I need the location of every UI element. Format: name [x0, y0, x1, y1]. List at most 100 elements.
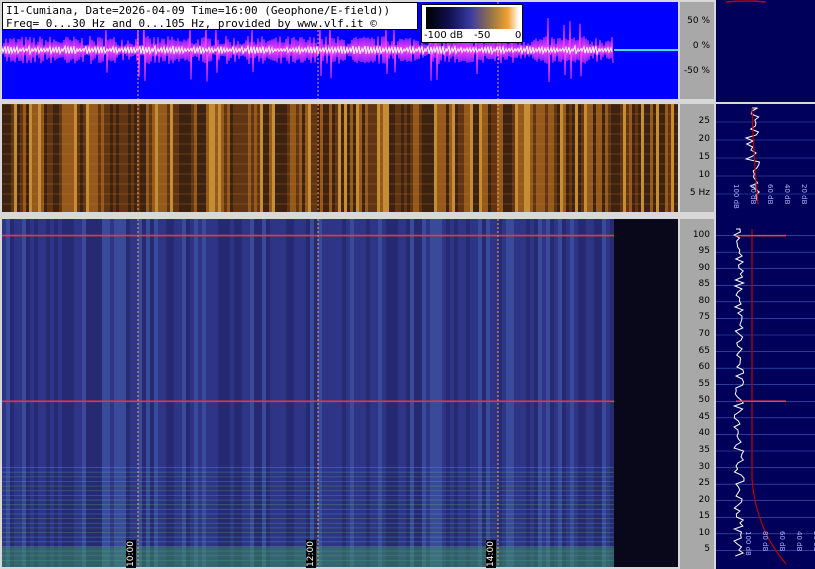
time-tick-1200: 12:00 [306, 540, 316, 568]
spec-low-column [350, 104, 353, 212]
spec-low-column [455, 104, 458, 212]
spec-low-column [104, 104, 107, 212]
spec-low-column [71, 104, 74, 212]
spec-high-column [206, 219, 210, 567]
spec-high-column [294, 219, 298, 567]
spec-low-column [365, 104, 368, 212]
spec-high-column [150, 219, 154, 567]
spec-low-column [389, 104, 392, 212]
spec-low-column [125, 104, 128, 212]
spec-high-column [454, 219, 458, 567]
spec-low-column [665, 104, 668, 212]
time-tick-1400: 14:00 [486, 540, 496, 568]
wave-tick-minus50: -50 % [683, 66, 710, 76]
spec-low-column [173, 104, 176, 212]
spec-high-column [134, 219, 138, 567]
spec-high-column [606, 219, 610, 567]
spec-low-column [287, 104, 290, 212]
spec-low-column [620, 104, 623, 212]
spec-high-column [26, 219, 30, 567]
spec-low-column [605, 104, 608, 212]
spec-high-column [426, 219, 430, 567]
spec-high-column [34, 219, 38, 567]
spec-high-column [22, 219, 26, 567]
spec-low-column [68, 104, 71, 212]
spec-low-column [383, 104, 386, 212]
spec-low-column [560, 104, 563, 212]
spec-high-column [382, 219, 386, 567]
spec-low-column [182, 104, 185, 212]
spec-high-column [174, 219, 178, 567]
spec-low-column [122, 104, 125, 212]
spec-low-column [392, 104, 395, 212]
spec-high-column [322, 219, 326, 567]
spec-low-column [656, 104, 659, 212]
spec-low-column [518, 104, 521, 212]
spec-low-column [509, 104, 512, 212]
spec-high-column [170, 219, 174, 567]
spec-high-column [278, 219, 282, 567]
spec-high-column [162, 219, 166, 567]
spec-low-column [266, 104, 269, 212]
spec-low-column [428, 104, 431, 212]
spec-low-ytick: 25 [698, 116, 710, 126]
spec-low-column [368, 104, 371, 212]
spec-high-column [234, 219, 238, 567]
spec-high-column [522, 219, 526, 567]
prof-low-xtick: 100 dB [732, 184, 740, 209]
spec-low-column [26, 104, 29, 212]
spec-low-column [638, 104, 641, 212]
spec-high-column [158, 219, 162, 567]
spec-low-column [659, 104, 662, 212]
spec-low-column [458, 104, 461, 212]
spec-high-column [82, 219, 86, 567]
spectrogram-low-panel [2, 103, 680, 212]
spec-high-ytick: 85 [698, 279, 710, 290]
spec-low-column [185, 104, 188, 212]
spec-high-column [594, 219, 598, 567]
spec-low-column [29, 104, 32, 212]
spec-high-column [370, 219, 374, 567]
spec-low-column [677, 104, 680, 212]
spec-low-column [467, 104, 470, 212]
spec-high-column [138, 219, 142, 567]
spec-high-column [282, 219, 286, 567]
spec-high-column [290, 219, 294, 567]
spec-high-column [582, 219, 586, 567]
spec-high-ytick: 65 [698, 345, 710, 356]
spec-low-column [284, 104, 287, 212]
spec-high-ytick: 55 [698, 378, 710, 389]
spec-low-column [566, 104, 569, 212]
spec-low-column [653, 104, 656, 212]
spec-high-column [394, 219, 398, 567]
spec-low-column [443, 104, 446, 212]
waveform-side-panel [716, 0, 815, 102]
spec-high-column [298, 219, 302, 567]
spec-low-column [128, 104, 131, 212]
prof-low-xtick: 20 dB [800, 184, 808, 205]
spec-low-column [17, 104, 20, 212]
spec-low-column [593, 104, 596, 212]
spec-high-column [554, 219, 558, 567]
spec-low-column [320, 104, 323, 212]
spec-high-column [366, 219, 370, 567]
spec-low-column [170, 104, 173, 212]
spec-low-column [452, 104, 455, 212]
spec-low-column [2, 104, 5, 212]
spec-low-column [515, 104, 518, 212]
spec-low-column [179, 104, 182, 212]
spec-high-column [250, 219, 254, 567]
spec-low-column [116, 104, 119, 212]
spec-high-column [342, 219, 346, 567]
spec-low-column [14, 104, 17, 212]
spec-high-column [66, 219, 70, 567]
spec-high-column [586, 219, 590, 567]
spec-low-column [521, 104, 524, 212]
spec-low-column [491, 104, 494, 212]
spec-low-ytick: 5 Hz [689, 188, 710, 198]
header-line-1: I1-Cumiana, Date=2026-04-09 Time=16:00 (… [6, 4, 391, 17]
spec-low-column [176, 104, 179, 212]
spec-high-ytick: 95 [698, 246, 710, 257]
spec-low-column [233, 104, 236, 212]
spec-high-column [186, 219, 190, 567]
